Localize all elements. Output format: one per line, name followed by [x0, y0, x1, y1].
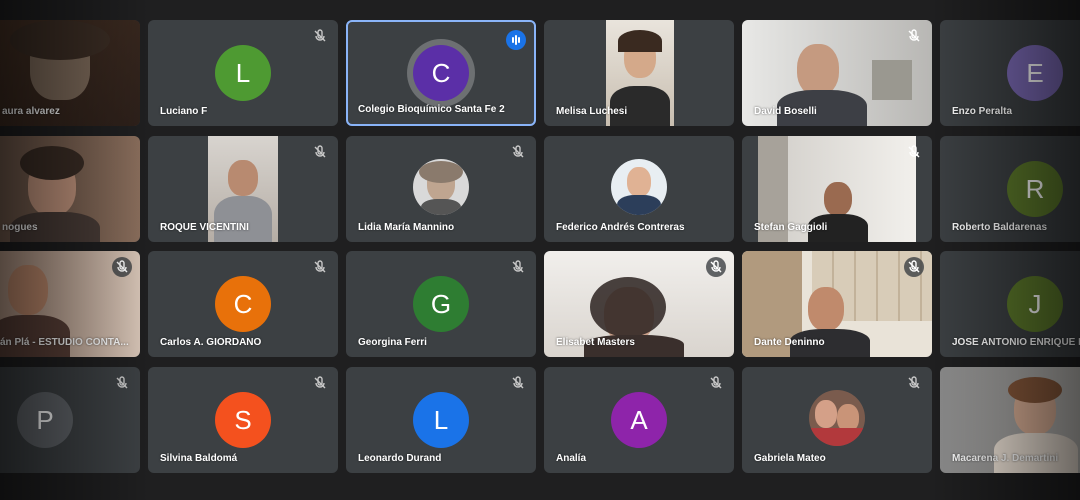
participant-tile[interactable]: Dante Deninno — [742, 251, 932, 357]
participant-name: Stefan Gaggioli — [754, 222, 828, 233]
participant-name: Enzo Peralta — [952, 106, 1013, 117]
avatar: E — [1007, 45, 1063, 101]
mic-off-icon — [112, 257, 132, 277]
participant-name: Melisa Luchesi — [556, 106, 628, 117]
participant-name: Analía — [556, 453, 587, 464]
mic-off-icon — [908, 145, 920, 158]
participant-tile[interactable]: A Analía — [544, 367, 734, 473]
participant-tile[interactable]: S Silvina Baldomá — [148, 367, 338, 473]
participant-tile[interactable]: Melisa Luchesi — [544, 20, 734, 126]
participant-name: Dante Deninno — [754, 337, 825, 348]
participant-tile[interactable]: Federico Andrés Contreras — [544, 136, 734, 242]
participant-name: Leonardo Durand — [358, 453, 442, 464]
participant-name: JOSE ANTONIO ENRIQUE E — [952, 337, 1080, 348]
avatar: L — [413, 392, 469, 448]
participant-name: nogues — [2, 222, 38, 233]
participant-tile[interactable]: E Enzo Peralta — [940, 20, 1080, 126]
participant-name: Macarena J. Demartini — [952, 453, 1059, 464]
avatar: R — [1007, 161, 1063, 217]
avatar: G — [413, 276, 469, 332]
mic-off-icon — [314, 145, 326, 158]
participant-tile[interactable]: Gabriela Mateo — [742, 367, 932, 473]
participant-name: Roberto Baldarenas — [952, 222, 1048, 233]
participant-tile[interactable]: Elisabet Masters — [544, 251, 734, 357]
participant-tile[interactable]: Lidia María Mannino — [346, 136, 536, 242]
participant-name: Gabriela Mateo — [754, 453, 826, 464]
avatar: L — [215, 45, 271, 101]
participant-tile[interactable]: J JOSE ANTONIO ENRIQUE E — [940, 251, 1080, 357]
mic-off-icon — [908, 29, 920, 42]
participant-name: Carlos A. GIORDANO — [160, 337, 262, 348]
mic-off-icon — [314, 260, 326, 273]
participant-tile[interactable]: L Luciano F — [148, 20, 338, 126]
participant-name: Luciano F — [160, 106, 208, 117]
participant-name: Lidia María Mannino — [358, 222, 455, 233]
participant-tile[interactable]: David Boselli — [742, 20, 932, 126]
profile-photo — [413, 159, 469, 215]
participant-tile[interactable]: Stefan Gaggioli — [742, 136, 932, 242]
participant-tile[interactable]: P — [0, 367, 140, 473]
avatar: C — [413, 45, 469, 101]
participant-tile-active-speaker[interactable]: C Colegio Bioquímico Santa Fe 2 — [346, 20, 536, 126]
meeting-grid: aura alvarez L Luciano F C Colegio Bioqu… — [0, 0, 1080, 500]
participant-tile[interactable]: ROQUE VICENTINI — [148, 136, 338, 242]
participant-name: Elisabet Masters — [556, 337, 635, 348]
profile-photo — [809, 390, 865, 446]
mic-off-icon — [904, 257, 924, 277]
mic-off-icon — [314, 376, 326, 389]
avatar: P — [17, 392, 73, 448]
mic-off-icon — [710, 376, 722, 389]
participant-tile[interactable]: án Plá - ESTUDIO CONTA... — [0, 251, 140, 357]
mic-off-icon — [314, 29, 326, 42]
participant-tile[interactable]: L Leonardo Durand — [346, 367, 536, 473]
participant-tile[interactable]: G Georgina Ferri — [346, 251, 536, 357]
avatar: A — [611, 392, 667, 448]
participant-name: aura alvarez — [2, 106, 60, 117]
mic-off-icon — [512, 145, 524, 158]
participant-name: án Plá - ESTUDIO CONTA... — [0, 337, 129, 348]
participant-tile[interactable]: nogues — [0, 136, 140, 242]
participant-name: David Boselli — [754, 106, 817, 117]
participant-tile[interactable]: aura alvarez — [0, 20, 140, 126]
avatar: S — [215, 392, 271, 448]
participant-name: Colegio Bioquímico Santa Fe 2 — [358, 104, 505, 115]
mic-off-icon — [908, 376, 920, 389]
mic-off-icon — [512, 376, 524, 389]
participant-name: Silvina Baldomá — [160, 453, 238, 464]
mic-off-icon — [706, 257, 726, 277]
participant-name: Federico Andrés Contreras — [556, 222, 685, 233]
mic-off-icon — [116, 376, 128, 389]
participant-tile[interactable]: R Roberto Baldarenas — [940, 136, 1080, 242]
avatar: J — [1007, 276, 1063, 332]
participant-name: ROQUE VICENTINI — [160, 222, 249, 233]
profile-photo — [611, 159, 667, 215]
participant-tile[interactable]: C Carlos A. GIORDANO — [148, 251, 338, 357]
participant-name: Georgina Ferri — [358, 337, 427, 348]
mic-off-icon — [512, 260, 524, 273]
speaking-indicator-icon — [506, 30, 526, 50]
avatar: C — [215, 276, 271, 332]
participant-tile[interactable]: Macarena J. Demartini — [940, 367, 1080, 473]
